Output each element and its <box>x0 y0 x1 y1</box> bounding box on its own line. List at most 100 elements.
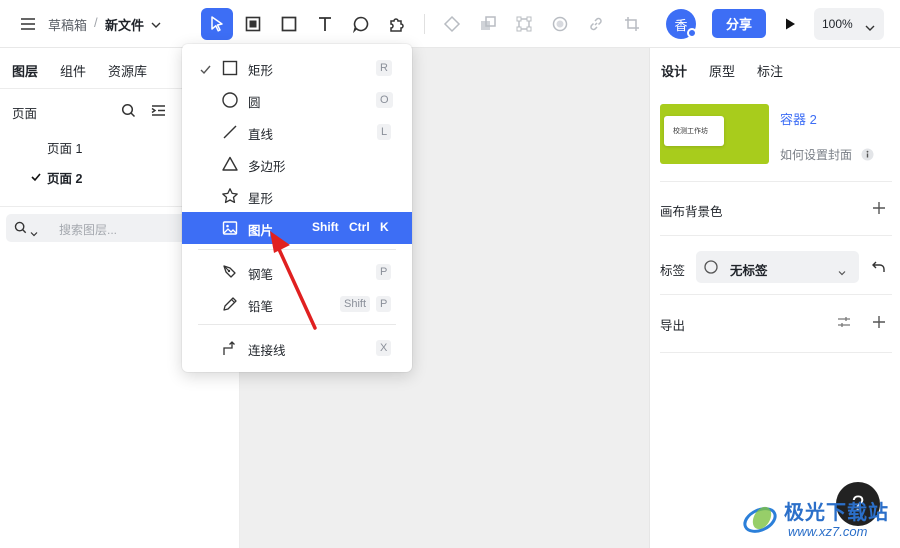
comment-tool-button[interactable] <box>345 8 377 40</box>
breadcrumb-root[interactable]: 草稿箱 <box>48 15 87 34</box>
vector-edit-icon <box>516 16 532 32</box>
thumbnail-text: 校测工作坊 <box>673 128 708 135</box>
chevron-down-icon[interactable] <box>151 17 161 32</box>
zoom-label: 100% <box>822 17 853 31</box>
circle-icon <box>222 92 238 108</box>
vector-edit-button[interactable] <box>508 8 540 40</box>
search-placeholder: 搜索图层... <box>59 223 118 237</box>
frame-tool-button[interactable] <box>237 8 269 40</box>
text-tool-button[interactable] <box>309 8 341 40</box>
boolean-button[interactable] <box>472 8 504 40</box>
plus-icon[interactable] <box>872 315 886 332</box>
divider <box>660 181 892 182</box>
menu-item-label: 多边形 <box>248 160 286 174</box>
top-toolbar: 草稿箱 / 新文件 香 分享 100% <box>0 0 900 48</box>
select-tool-button[interactable] <box>201 8 233 40</box>
circle-icon <box>704 260 718 277</box>
plugin-tool-button[interactable] <box>381 8 413 40</box>
cover-thumbnail[interactable]: 校测工作坊 <box>660 104 769 164</box>
triangle-icon <box>222 156 238 171</box>
tag-label: 标签 <box>660 264 686 278</box>
check-icon <box>200 63 211 78</box>
menu-item-label: 直线 <box>248 128 274 142</box>
hamburger-menu-icon[interactable] <box>12 8 44 40</box>
plus-icon[interactable] <box>872 201 886 218</box>
cursor-icon <box>211 16 223 32</box>
zoom-dropdown[interactable]: 100% <box>814 8 884 40</box>
tag-select[interactable]: 无标签 <box>696 251 859 283</box>
avatar-text: 香 <box>674 17 688 33</box>
comment-icon <box>352 16 369 33</box>
star-icon <box>222 188 238 204</box>
menu-item-line[interactable]: 直线 L <box>182 116 412 148</box>
menu-item-connector[interactable]: 连接线 X <box>182 332 412 364</box>
pencil-icon <box>223 297 237 311</box>
shortcut-key: P <box>376 296 392 312</box>
annotation-arrow-icon <box>270 231 317 330</box>
play-icon <box>786 18 795 30</box>
boolean-icon <box>481 16 496 30</box>
divider <box>660 235 892 236</box>
crop-button[interactable] <box>616 8 648 40</box>
divider <box>660 294 892 295</box>
menu-item-circle[interactable]: 圆 O <box>182 84 412 116</box>
frame-icon <box>245 16 261 32</box>
shortcut-key: R <box>376 60 392 76</box>
tag-value: 无标签 <box>730 264 768 278</box>
online-status-dot <box>687 28 697 38</box>
undo-icon[interactable] <box>872 260 886 277</box>
mask-icon <box>552 16 568 32</box>
breadcrumb-separator: / <box>94 15 98 30</box>
info-icon[interactable] <box>861 148 874 164</box>
line-icon <box>223 125 237 139</box>
tab-layers[interactable]: 图层 <box>12 61 38 80</box>
watermark-logo-icon <box>743 506 777 533</box>
menu-item-label: 星形 <box>248 192 274 206</box>
right-panel: 设计 原型 标注 校测工作坊 容器 2 如何设置封面 画布背景色 标签 无标签 … <box>649 48 900 548</box>
canvas-bg-label: 画布背景色 <box>660 205 723 219</box>
add-page-icon[interactable] <box>151 103 166 121</box>
share-button[interactable]: 分享 <box>712 9 766 38</box>
shortcut-key: L <box>377 124 392 140</box>
component-icon <box>443 15 461 33</box>
page-label: 页面 2 <box>47 172 83 186</box>
component-button[interactable] <box>436 8 468 40</box>
check-icon <box>31 170 41 185</box>
tab-annotation[interactable]: 标注 <box>757 61 783 80</box>
pen-icon <box>223 265 236 278</box>
container-name[interactable]: 容器 2 <box>780 109 817 128</box>
tab-assets[interactable]: 资源库 <box>108 61 147 80</box>
crop-icon <box>625 17 639 31</box>
shortcut-key: K <box>380 220 389 234</box>
rectangle-icon <box>281 16 297 32</box>
search-icon <box>14 221 27 237</box>
link-button[interactable] <box>580 8 612 40</box>
chevron-down-icon <box>30 225 38 240</box>
search-icon[interactable] <box>121 103 136 121</box>
page-label: 页面 1 <box>47 142 83 156</box>
shortcut-key: Ctrl <box>349 220 370 234</box>
rectangle-tool-button[interactable] <box>273 8 305 40</box>
menu-item-rectangle[interactable]: 矩形 R <box>182 52 412 84</box>
tab-components[interactable]: 组件 <box>60 61 86 80</box>
pages-title: 页面 <box>12 107 38 121</box>
cover-help-link[interactable]: 如何设置封面 <box>780 146 852 163</box>
file-name[interactable]: 新文件 <box>105 15 144 34</box>
shortcut-key: O <box>376 92 393 108</box>
thumbnail-frame: 校测工作坊 <box>664 116 724 146</box>
menu-item-polygon[interactable]: 多边形 <box>182 148 412 180</box>
watermark-title: 极光下载站 <box>784 502 889 524</box>
menu-item-star[interactable]: 星形 <box>182 180 412 212</box>
tab-design[interactable]: 设计 <box>661 61 687 80</box>
tab-prototype[interactable]: 原型 <box>709 61 735 80</box>
shortcut-key: X <box>376 340 392 356</box>
image-icon <box>222 221 238 235</box>
rectangle-icon <box>222 60 238 76</box>
settings-sliders-icon[interactable] <box>837 315 851 332</box>
menu-item-label: 圆 <box>248 96 261 110</box>
export-label: 导出 <box>660 319 686 333</box>
mask-button[interactable] <box>544 8 576 40</box>
play-button[interactable] <box>774 8 806 40</box>
connector-icon <box>223 341 235 355</box>
shortcut-key: P <box>376 264 392 280</box>
